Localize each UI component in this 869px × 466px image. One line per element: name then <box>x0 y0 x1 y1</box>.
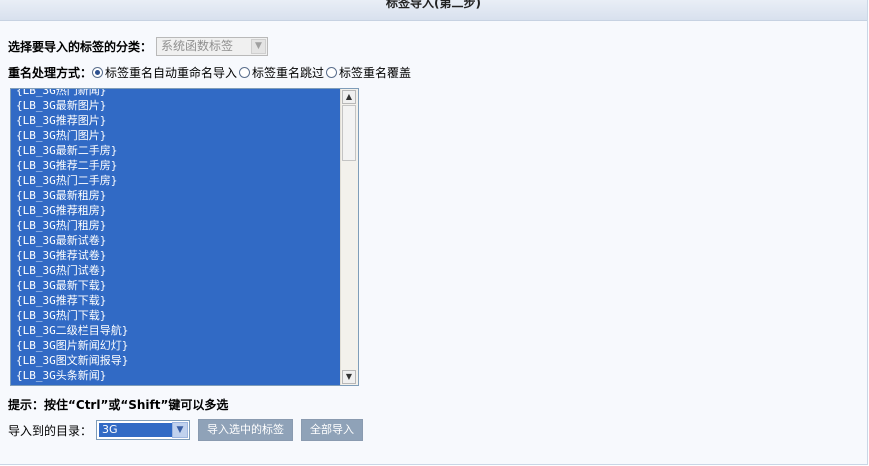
multi-select-hint: 提示：按住“Ctrl”或“Shift”键可以多选 <box>8 398 229 412</box>
tag-list-item[interactable]: {LB_3G最新图片} <box>11 98 342 113</box>
listbox-scrollbar[interactable]: ▲ ▼ <box>340 89 358 385</box>
category-row: 选择要导入的标签的分类： 系统函数标签 ▼ <box>8 36 269 56</box>
target-label: 导入到的目录： <box>8 423 93 438</box>
category-select[interactable]: 系统函数标签 ▼ <box>156 36 269 56</box>
tag-list-item[interactable]: {LB_3G推荐二手房} <box>11 158 342 173</box>
radio-overwrite[interactable] <box>326 66 338 78</box>
tag-list-item[interactable]: {LB_3G热门租房} <box>11 218 342 233</box>
tag-list-item[interactable]: {LB_3G热门二手房} <box>11 173 342 188</box>
target-directory-value: 3G <box>99 423 173 437</box>
tag-list-item[interactable]: {LB_3G推荐下载} <box>11 293 342 308</box>
rename-option-auto[interactable]: 标签重名自动重命名导入 <box>92 64 237 81</box>
rename-option-overwrite[interactable]: 标签重名覆盖 <box>326 64 411 81</box>
radio-overwrite-label: 标签重名覆盖 <box>339 65 412 80</box>
tag-list-item[interactable]: {LB_3G热门试卷} <box>11 263 342 278</box>
target-directory-select[interactable]: 3G ▼ <box>96 420 191 440</box>
tag-list-item[interactable]: {LB_3G热门新闻} <box>11 89 342 98</box>
rename-option-skip[interactable]: 标签重名跳过 <box>239 64 324 81</box>
tag-list-item[interactable]: {LB_3G最新试卷} <box>11 233 342 248</box>
tag-list-item[interactable]: {LB_3G最新二手房} <box>11 143 342 158</box>
category-label: 选择要导入的标签的分类： <box>8 39 153 54</box>
tag-list-item[interactable]: {LB_3G二级栏目导航} <box>11 323 342 338</box>
panel-header: 标签导入(第二步) <box>0 0 867 21</box>
page-title: 标签导入(第二步) <box>386 0 481 10</box>
import-selected-button[interactable]: 导入选中的标签 <box>198 419 294 441</box>
chevron-down-icon: ▼ <box>251 38 267 54</box>
scrollbar-thumb[interactable] <box>342 105 356 161</box>
scroll-down-icon[interactable]: ▼ <box>342 370 356 384</box>
tag-list-item[interactable]: {LB_3G图文新闻报导} <box>11 353 342 368</box>
import-panel: 标签导入(第二步) 选择要导入的标签的分类： 系统函数标签 ▼ 重名处理方式： … <box>0 0 868 465</box>
tag-list-item[interactable]: {LB_3G推荐试卷} <box>11 248 342 263</box>
tag-list-item[interactable]: {LB_3G头条新闻} <box>11 368 342 383</box>
radio-skip-label: 标签重名跳过 <box>252 65 325 80</box>
tag-list-item[interactable]: {LB_3G最新下载} <box>11 278 342 293</box>
tag-listbox[interactable]: {LB_3G热门新闻} {LB_3G最新图片} {LB_3G推荐图片} {LB_3G热… <box>10 88 359 386</box>
rename-label: 重名处理方式： <box>8 65 93 80</box>
radio-auto-rename-label: 标签重名自动重命名导入 <box>105 65 238 80</box>
radio-skip[interactable] <box>239 66 251 78</box>
rename-row: 重名处理方式： 标签重名自动重命名导入 标签重名跳过 标签重名覆盖 <box>8 63 413 81</box>
tag-list-items: {LB_3G热门新闻} {LB_3G最新图片} {LB_3G推荐图片} {LB_3G热… <box>11 89 342 385</box>
radio-auto-rename[interactable] <box>92 66 104 78</box>
tag-list-item[interactable]: {LB_3G最新租房} <box>11 188 342 203</box>
category-select-value: 系统函数标签 <box>161 38 234 53</box>
tag-list-item[interactable]: {LB_3G热门图片} <box>11 128 342 143</box>
chevron-down-icon: ▼ <box>172 422 189 438</box>
tag-list-item[interactable]: {LB_3G推荐租房} <box>11 203 342 218</box>
scroll-up-icon[interactable]: ▲ <box>342 90 356 104</box>
tag-list-item[interactable]: {LB_3G图片新闻幻灯} <box>11 338 342 353</box>
tag-list-item[interactable]: {LB_3G热门下载} <box>11 308 342 323</box>
tag-list-item[interactable]: {LB_3G推荐图片} <box>11 113 342 128</box>
import-all-button[interactable]: 全部导入 <box>301 419 364 441</box>
target-row: 导入到的目录： 3G ▼ 导入选中的标签 全部导入 <box>8 419 364 441</box>
